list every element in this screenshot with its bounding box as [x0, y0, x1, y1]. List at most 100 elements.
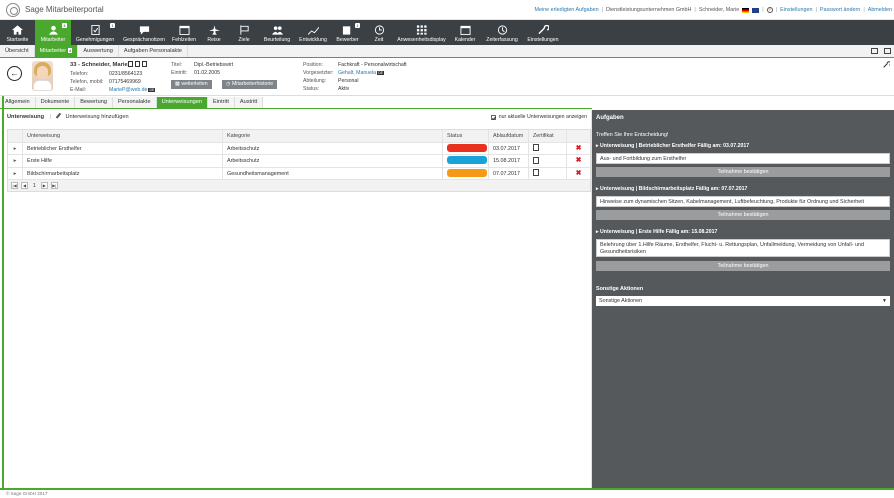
- email-link[interactable]: MarieP@web.de: [109, 87, 147, 93]
- only-current-checkbox[interactable]: [490, 114, 496, 120]
- nav-reise[interactable]: Reise: [199, 20, 229, 45]
- column-header-status[interactable]: Status: [442, 130, 488, 142]
- expand-row-icon[interactable]: ▸: [8, 168, 22, 180]
- other-actions-title: Sonstige Aktionen: [596, 286, 644, 292]
- tab-aufgaben-personalakte[interactable]: Aufgaben Personalakte: [119, 45, 189, 57]
- instruction-expiry: 03.07.2017: [488, 142, 528, 154]
- tab-auswertung[interactable]: Auswertung: [78, 45, 119, 57]
- column-header-name[interactable]: Unterweisung: [22, 130, 222, 142]
- chart-icon: [307, 25, 319, 35]
- nav-gespraechsnotizen[interactable]: Gesprächsnotizen: [119, 20, 169, 45]
- nav-kalender[interactable]: Kalender: [449, 20, 481, 45]
- nav-startseite[interactable]: Startseite: [0, 20, 35, 45]
- expand-row-icon[interactable]: ▸: [8, 155, 22, 167]
- certificate-icon[interactable]: [533, 156, 539, 164]
- tab-austritt[interactable]: Austritt: [234, 97, 264, 108]
- book-icon[interactable]: [871, 48, 878, 54]
- tab-dokumente[interactable]: Dokumente: [35, 97, 76, 108]
- nav-anwesenheitsdisplay[interactable]: Anwesenheitsdisplay: [394, 20, 449, 45]
- confirm-participation-button[interactable]: Teilnahme bestätigen: [596, 261, 890, 271]
- delete-icon[interactable]: ✖: [576, 145, 582, 152]
- table-row[interactable]: ▸ Erste Hilfe Arbeitsschutz 15.08.2017 ✖: [8, 155, 590, 168]
- forward-button[interactable]: ▩ weiterleiten: [171, 80, 212, 89]
- wrench-icon: [537, 25, 549, 35]
- certificate-icon[interactable]: [533, 144, 539, 152]
- nav-label: Einstellungen: [527, 37, 559, 43]
- change-password-link[interactable]: Passwort ändern: [820, 7, 860, 13]
- add-instruction-button[interactable]: Unterweisung hinzufügen: [56, 112, 129, 122]
- task-heading-text: Unterweisung | Erste Hilfe Fällig am: 15…: [600, 229, 718, 235]
- language-badge: DE: [377, 70, 384, 75]
- table-row[interactable]: ▸ Bildschirmarbeitsplatz Gesundheitsmana…: [8, 167, 590, 180]
- status-label: Status:: [303, 86, 320, 92]
- print-icon[interactable]: [884, 48, 891, 54]
- column-header-actions: [566, 130, 590, 142]
- nav-fehlzeiten[interactable]: Fehlzeiten: [169, 20, 199, 45]
- nav-einstellungen[interactable]: Einstellungen: [523, 20, 563, 45]
- nav-beurteilung[interactable]: Beurteilung: [259, 20, 295, 45]
- column-header-certificate[interactable]: Zertifikat: [528, 130, 566, 142]
- status-value: Aktiv: [338, 86, 350, 92]
- supervisor-value[interactable]: Gehalt, Manuela DE: [338, 70, 384, 76]
- settings-link[interactable]: Einstellungen: [780, 7, 812, 13]
- help-icon[interactable]: ?: [766, 7, 773, 13]
- previous-page-button[interactable]: ◀: [21, 182, 28, 189]
- tab-uebersicht[interactable]: Übersicht: [0, 45, 35, 57]
- time-tracking-icon: [496, 25, 508, 35]
- edit-icon[interactable]: [135, 61, 140, 67]
- mobile-field: Telefon, mobil: 07175469969: [70, 79, 141, 85]
- nav-label: Reise: [207, 37, 221, 43]
- file-icon[interactable]: [142, 61, 147, 67]
- history-label: Mitarbeiterhistorie: [231, 81, 274, 87]
- tasks-subtitle: Treffen Sie Ihre Entscheidung!: [596, 132, 669, 138]
- task-description: Belehrung über 1.Hilfe Räume, Ersthelfer…: [596, 239, 890, 257]
- table-row[interactable]: ▸ Betrieblicher Ersthelfer Arbeitsschutz…: [8, 142, 590, 155]
- column-header-category[interactable]: Kategorie: [222, 130, 442, 142]
- delete-icon[interactable]: ✖: [576, 170, 582, 177]
- nav-entwicklung[interactable]: Entwicklung: [295, 20, 331, 45]
- tab-allgemein[interactable]: Allgemein: [0, 97, 36, 108]
- wrench-icon[interactable]: [883, 61, 890, 68]
- back-arrow-icon[interactable]: ←: [7, 66, 22, 81]
- tab-unterweisungen[interactable]: Unterweisungen: [156, 97, 209, 108]
- nav-mitarbeiter[interactable]: Mitarbeiter 4: [35, 20, 71, 45]
- instruction-status: [442, 142, 488, 154]
- tab-bewertung[interactable]: Bewertung: [75, 97, 113, 108]
- tab-personalakte[interactable]: Personalakte: [112, 97, 157, 108]
- last-page-button[interactable]: ▶|: [50, 182, 58, 189]
- separator: |: [601, 7, 603, 13]
- nav-label: Beurteilung: [263, 37, 291, 43]
- app-title: Sage Mitarbeiterportal: [25, 5, 104, 14]
- delete-icon[interactable]: ✖: [576, 157, 582, 164]
- only-current-toggle[interactable]: nur aktuelle Unterweisungen anzeigen: [490, 114, 587, 120]
- confirm-participation-button[interactable]: Teilnahme bestätigen: [596, 167, 890, 177]
- confirm-participation-button[interactable]: Teilnahme bestätigen: [596, 210, 890, 220]
- status-pill: [447, 143, 487, 152]
- nav-bewerber[interactable]: Bewerber 1: [331, 20, 364, 45]
- expand-row-icon[interactable]: ▸: [8, 143, 22, 155]
- certificate-icon[interactable]: [533, 169, 539, 177]
- department-field: Abteilung: Personal: [303, 78, 358, 84]
- nav-zeit[interactable]: Zeit: [364, 20, 394, 45]
- calendar-icon: [178, 25, 190, 35]
- logout-link[interactable]: Abmelden: [868, 7, 892, 13]
- top-bar: Sage Mitarbeiterportal Meine erledigten …: [0, 0, 894, 20]
- tab-eintritt[interactable]: Eintritt: [208, 97, 235, 108]
- column-header-expiry[interactable]: Ablaufdatum: [488, 130, 528, 142]
- supervisor-link[interactable]: Gehalt, Manuela: [338, 70, 376, 76]
- nav-ziele[interactable]: Ziele: [229, 20, 259, 45]
- next-page-button[interactable]: ▶: [40, 182, 48, 189]
- completed-tasks-link[interactable]: Meine erledigten Aufgaben: [534, 7, 598, 13]
- document-icon[interactable]: [128, 61, 133, 67]
- tab-mitarbeiter[interactable]: Mitarbeiter 4: [34, 45, 79, 57]
- german-flag-icon[interactable]: [742, 7, 750, 13]
- nav-zeiterfassung[interactable]: Zeiterfassung: [481, 20, 523, 45]
- nav-label: Genehmigungen: [75, 37, 115, 43]
- email-value[interactable]: MarieP@web.de DE: [109, 87, 156, 93]
- nav-genehmigungen[interactable]: Genehmigungen 1: [71, 20, 119, 45]
- other-actions-select[interactable]: Sonstige Aktionen ▼: [596, 296, 890, 306]
- certificate-cell: [528, 142, 566, 154]
- uk-flag-icon[interactable]: [752, 7, 760, 13]
- history-button[interactable]: ◷ Mitarbeiterhistorie: [222, 80, 278, 89]
- first-page-button[interactable]: |◀: [11, 182, 18, 189]
